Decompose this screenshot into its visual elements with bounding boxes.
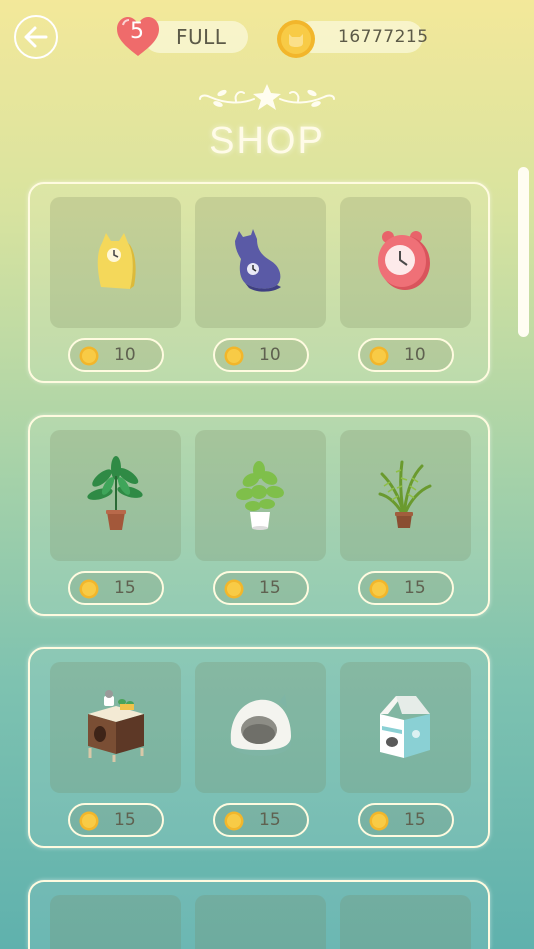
price-button[interactable]: 15: [68, 803, 164, 837]
shop-shelf-furniture: 15 15 15: [28, 647, 490, 848]
price-value: 15: [404, 810, 426, 830]
coin-icon: [224, 579, 244, 599]
shop-item-tile[interactable]: [50, 197, 181, 328]
price-button[interactable]: 10: [68, 338, 164, 372]
shop-item-tile[interactable]: [50, 662, 181, 793]
back-button[interactable]: [14, 15, 58, 59]
coin-icon: [79, 811, 99, 831]
blue-cat-clock-icon: [235, 229, 281, 292]
shop-item-tile[interactable]: [195, 430, 326, 561]
price-value: 10: [404, 345, 426, 365]
price-button[interactable]: 15: [358, 571, 454, 605]
price-value: 15: [114, 810, 136, 830]
coin-icon: [224, 811, 244, 831]
red-alarm-clock-icon: [378, 231, 430, 290]
shop-item-tile[interactable]: [340, 197, 471, 328]
page-title: SHOP: [209, 120, 325, 162]
price-value: 10: [259, 345, 281, 365]
top-bar: FULL 5 16777215: [0, 0, 534, 80]
coin-icon: [224, 346, 244, 366]
price-value: 15: [259, 578, 281, 598]
shop-item-tile[interactable]: [340, 662, 471, 793]
price-value: 15: [404, 578, 426, 598]
coin-icon: [79, 346, 99, 366]
shop-item-tile[interactable]: [195, 895, 326, 949]
back-arrow-icon: [24, 26, 48, 48]
price-button[interactable]: 15: [358, 803, 454, 837]
price-button[interactable]: 10: [213, 338, 309, 372]
coin-icon: [369, 579, 389, 599]
milk-carton-house-icon: [380, 696, 430, 758]
price-button[interactable]: 15: [68, 571, 164, 605]
shop-item-tile[interactable]: [50, 430, 181, 561]
price-button[interactable]: 15: [213, 571, 309, 605]
price-value: 15: [259, 810, 281, 830]
yellow-cat-clock-icon: [97, 233, 136, 289]
lives-status: FULL: [176, 25, 227, 49]
shop-item-tile[interactable]: [340, 895, 471, 949]
shop-item-tile[interactable]: [195, 197, 326, 328]
coin-icon: [277, 20, 315, 58]
shop-item-tile[interactable]: [50, 895, 181, 949]
price-button[interactable]: 15: [213, 803, 309, 837]
coin-icon: [79, 579, 99, 599]
coin-icon: [369, 346, 389, 366]
shop-shelf-partial: [28, 880, 490, 949]
fern-plant-icon: [378, 460, 432, 528]
shop-item-tile[interactable]: [195, 662, 326, 793]
cat-bed-pod-icon: [230, 694, 291, 756]
potted-palm-plant-icon: [87, 456, 143, 530]
coin-icon: [369, 811, 389, 831]
lives-count: 5: [130, 19, 144, 44]
price-value: 15: [114, 578, 136, 598]
shop-shelf-clocks: 10 10 10: [28, 182, 490, 383]
ornament-star-icon: [199, 84, 335, 110]
cat-cabinet-icon: [88, 690, 144, 762]
price-value: 10: [114, 345, 136, 365]
coin-balance: 16777215: [338, 27, 429, 47]
shop-shelf-plants: 15 15 15: [28, 415, 490, 616]
price-button[interactable]: 10: [358, 338, 454, 372]
scrollbar[interactable]: [518, 167, 529, 337]
shop-item-tile[interactable]: [340, 430, 471, 561]
white-pot-plant-icon: [236, 461, 284, 530]
